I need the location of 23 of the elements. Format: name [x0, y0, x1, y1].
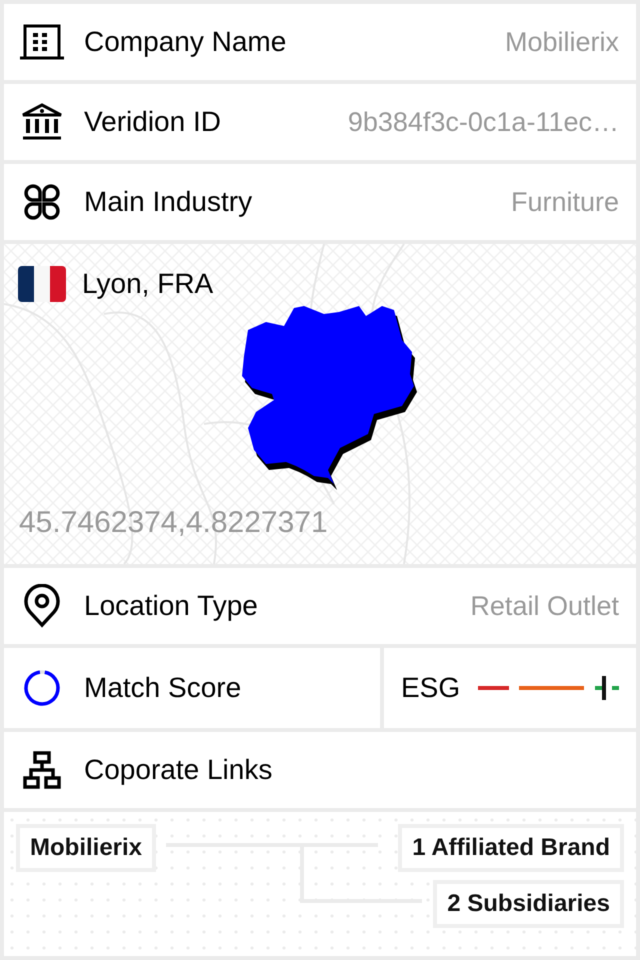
four-petal-icon	[22, 182, 62, 222]
location-pin-icon	[22, 584, 62, 628]
field-label: Match Score	[84, 672, 242, 704]
field-value: 9b384f3c-0c1a-11ec…	[348, 106, 619, 138]
field-value: Furniture	[510, 186, 619, 218]
field-label: Veridion ID	[84, 106, 221, 138]
building-icon	[20, 24, 64, 60]
progress-ring-icon	[22, 668, 62, 708]
location-name: Lyon, FRA	[82, 268, 214, 300]
field-value: Mobilierix	[504, 26, 619, 58]
org-chart-icon	[22, 750, 62, 790]
coordinates: 45.7462374,4.8227371	[19, 506, 328, 540]
field-label: Location Type	[84, 590, 258, 622]
link-node[interactable]: 2 Subsidiaries	[433, 880, 624, 928]
field-label: Coporate Links	[84, 754, 272, 786]
flag-icon	[18, 266, 66, 302]
company-node: Mobilierix	[16, 824, 156, 872]
field-label: ESG	[401, 672, 460, 704]
field-label: Company Name	[84, 26, 286, 58]
field-label: Main Industry	[84, 186, 252, 218]
bank-icon	[20, 103, 64, 141]
link-node[interactable]: 1 Affiliated Brand	[398, 824, 624, 872]
field-value: Retail Outlet	[470, 590, 619, 622]
